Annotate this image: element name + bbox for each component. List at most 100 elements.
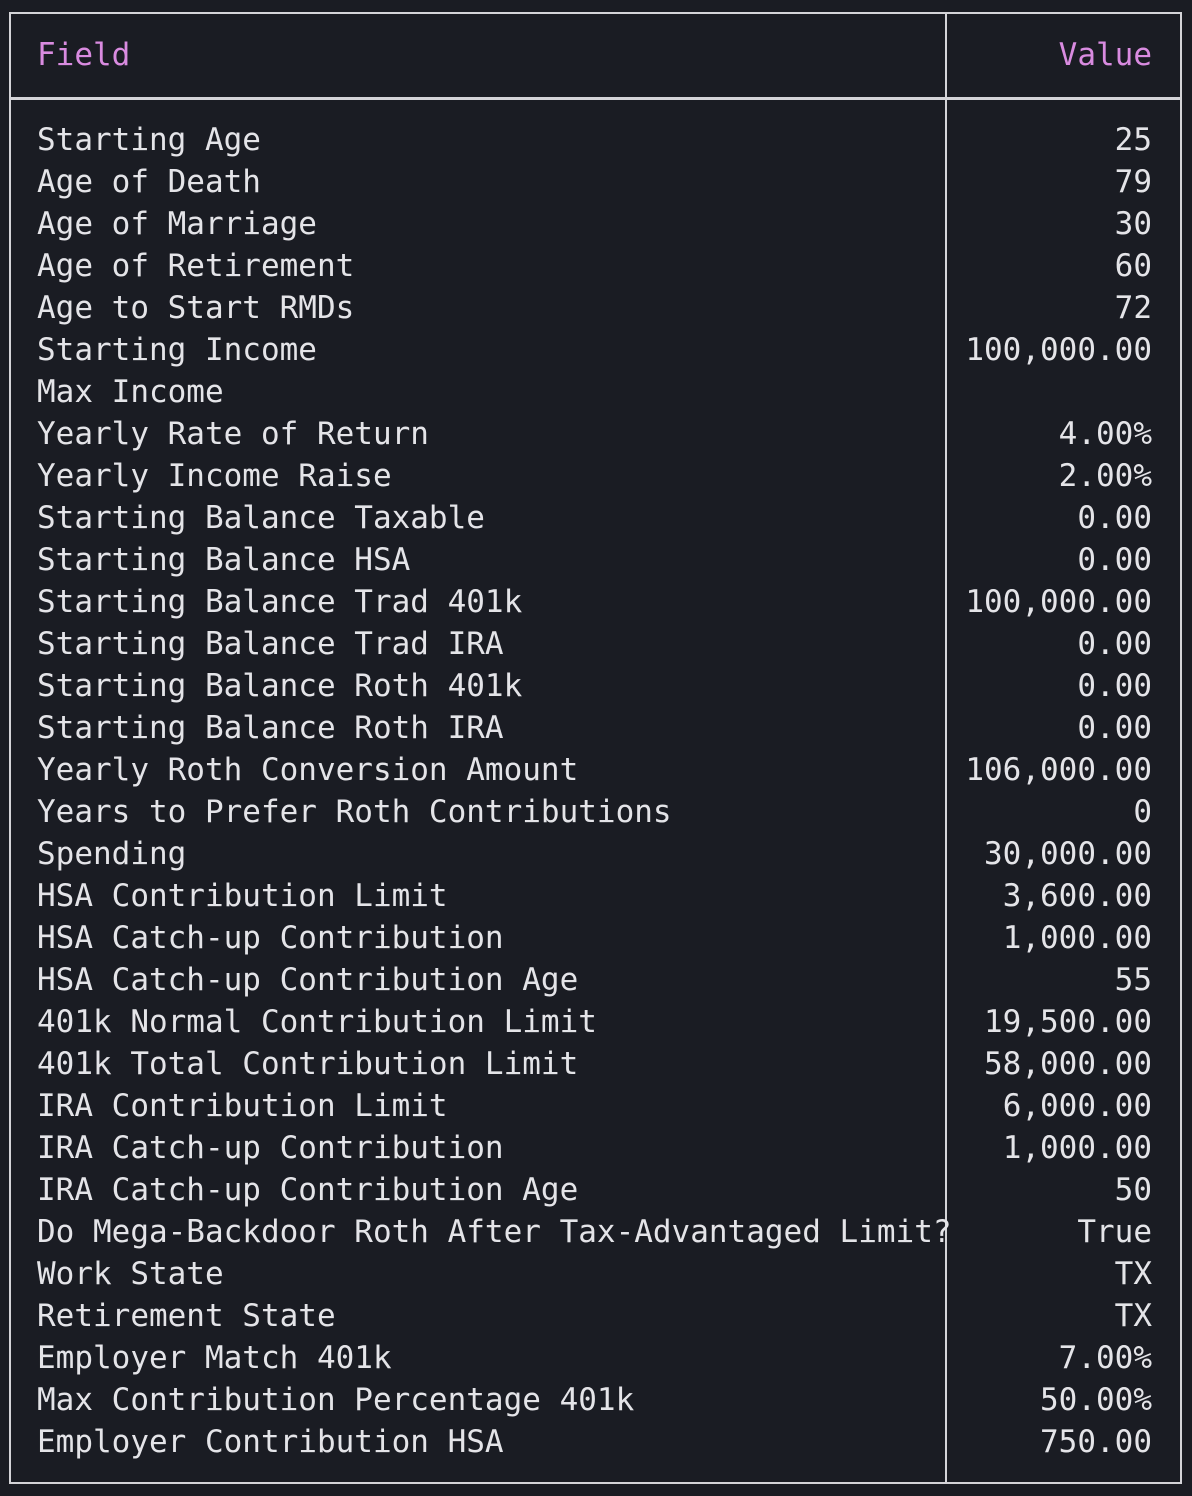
column-header-value: Value (1058, 37, 1152, 73)
field-cell: Starting Balance Taxable (37, 500, 485, 536)
value-cell: 3,600.00 (1002, 878, 1152, 914)
field-cell: Starting Balance Trad IRA (37, 626, 504, 662)
field-cell: HSA Catch-up Contribution (37, 920, 504, 956)
field-cell: Max Contribution Percentage 401k (37, 1382, 635, 1418)
table-row: Max Income (11, 371, 1180, 413)
table-row: 401k Total Contribution Limit 58,000.00 (11, 1043, 1180, 1085)
settings-table: Field Value Starting Age 25 Age of Death 79… (9, 12, 1182, 1484)
table-row: Age to Start RMDs 72 (11, 287, 1180, 329)
value-cell: 19,500.00 (984, 1004, 1152, 1040)
table-row: Max Contribution Percentage 401k 50.00% (11, 1379, 1180, 1421)
table-row: HSA Contribution Limit 3,600.00 (11, 875, 1180, 917)
value-cell: 0.00 (1077, 668, 1152, 704)
value-cell: 750.00 (1040, 1424, 1152, 1460)
field-cell: 401k Normal Contribution Limit (37, 1004, 597, 1040)
field-cell: Starting Balance Roth IRA (37, 710, 504, 746)
table-row: HSA Catch-up Contribution Age 55 (11, 959, 1180, 1001)
field-cell: Yearly Income Raise (37, 458, 392, 494)
value-cell: 0.00 (1077, 542, 1152, 578)
table-row: Starting Balance Roth 401k 0.00 (11, 665, 1180, 707)
table-body: Starting Age 25 Age of Death 79 Age of Marri… (11, 119, 1180, 1463)
value-cell: 4.00% (1058, 416, 1152, 452)
table-row: Starting Income 100,000.00 (11, 329, 1180, 371)
field-cell: Employer Match 401k (37, 1340, 392, 1376)
value-cell: 30,000.00 (984, 836, 1152, 872)
value-cell: 2.00% (1058, 458, 1152, 494)
table-header: Field Value (11, 14, 1180, 97)
field-cell: Age of Retirement (37, 248, 355, 284)
table-row: IRA Contribution Limit 6,000.00 (11, 1085, 1180, 1127)
field-cell: Do Mega-Backdoor Roth After Tax-Advantag… (37, 1214, 952, 1250)
column-header-field: Field (37, 37, 131, 73)
value-cell: TX (1114, 1256, 1152, 1292)
table-row: Work State TX (11, 1253, 1180, 1295)
table-row: Years to Prefer Roth Contributions 0 (11, 791, 1180, 833)
value-cell: 7.00% (1058, 1340, 1152, 1376)
field-cell: HSA Catch-up Contribution Age (37, 962, 579, 998)
table-row: Starting Balance Taxable 0.00 (11, 497, 1180, 539)
value-cell: TX (1114, 1298, 1152, 1334)
field-cell: Employer Contribution HSA (37, 1424, 504, 1460)
field-cell: Yearly Rate of Return (37, 416, 429, 452)
field-cell: Starting Age (37, 122, 261, 158)
field-cell: Starting Balance Roth 401k (37, 668, 523, 704)
table-row: Age of Retirement 60 (11, 245, 1180, 287)
table-row: Yearly Rate of Return 4.00% (11, 413, 1180, 455)
value-cell: 0 (1133, 794, 1152, 830)
field-cell: Starting Balance Trad 401k (37, 584, 523, 620)
value-cell: 0.00 (1077, 500, 1152, 536)
field-cell: Work State (37, 1256, 224, 1292)
value-cell: True (1077, 1214, 1152, 1250)
value-cell: 1,000.00 (1002, 920, 1152, 956)
value-cell: 30 (1114, 206, 1152, 242)
field-cell: Age to Start RMDs (37, 290, 355, 326)
field-cell: IRA Contribution Limit (37, 1088, 448, 1124)
table-row: 401k Normal Contribution Limit 19,500.00 (11, 1001, 1180, 1043)
value-cell: 50.00% (1040, 1382, 1152, 1418)
field-cell: Years to Prefer Roth Contributions (37, 794, 672, 830)
value-cell: 50 (1114, 1172, 1152, 1208)
table-row: Starting Balance Trad 401k 100,000.00 (11, 581, 1180, 623)
table-row: IRA Catch-up Contribution 1,000.00 (11, 1127, 1180, 1169)
field-cell: IRA Catch-up Contribution (37, 1130, 504, 1166)
value-cell: 58,000.00 (984, 1046, 1152, 1082)
value-cell: 0.00 (1077, 626, 1152, 662)
table-row: Age of Marriage 30 (11, 203, 1180, 245)
value-cell: 100,000.00 (965, 332, 1152, 368)
value-cell: 1,000.00 (1002, 1130, 1152, 1166)
field-cell: 401k Total Contribution Limit (37, 1046, 579, 1082)
table-row: Starting Balance Roth IRA 0.00 (11, 707, 1180, 749)
field-cell: Starting Balance HSA (37, 542, 411, 578)
field-cell: Age of Death (37, 164, 261, 200)
table-row: Spending 30,000.00 (11, 833, 1180, 875)
value-cell: 79 (1114, 164, 1152, 200)
value-cell: 6,000.00 (1002, 1088, 1152, 1124)
table-row: Age of Death 79 (11, 161, 1180, 203)
value-cell: 72 (1114, 290, 1152, 326)
field-cell: Age of Marriage (37, 206, 317, 242)
value-cell: 60 (1114, 248, 1152, 284)
table-row: Employer Match 401k 7.00% (11, 1337, 1180, 1379)
table-row: Employer Contribution HSA 750.00 (11, 1421, 1180, 1463)
header-divider (11, 97, 1180, 100)
table-row: Yearly Roth Conversion Amount 106,000.00 (11, 749, 1180, 791)
table-row: Retirement State TX (11, 1295, 1180, 1337)
table-row: Do Mega-Backdoor Roth After Tax-Advantag… (11, 1211, 1180, 1253)
value-cell: 55 (1114, 962, 1152, 998)
field-cell: Starting Income (37, 332, 317, 368)
field-cell: HSA Contribution Limit (37, 878, 448, 914)
table-row: Starting Age 25 (11, 119, 1180, 161)
table-row: Starting Balance HSA 0.00 (11, 539, 1180, 581)
table-row: HSA Catch-up Contribution 1,000.00 (11, 917, 1180, 959)
field-cell: Spending (37, 836, 187, 872)
table-row: Yearly Income Raise 2.00% (11, 455, 1180, 497)
field-cell: Max Income (37, 374, 224, 410)
field-cell: Yearly Roth Conversion Amount (37, 752, 579, 788)
value-cell: 25 (1114, 122, 1152, 158)
value-cell: 0.00 (1077, 710, 1152, 746)
value-cell: 106,000.00 (965, 752, 1152, 788)
table-row: Starting Balance Trad IRA 0.00 (11, 623, 1180, 665)
field-cell: Retirement State (37, 1298, 336, 1334)
value-cell: 100,000.00 (965, 584, 1152, 620)
table-row: IRA Catch-up Contribution Age 50 (11, 1169, 1180, 1211)
